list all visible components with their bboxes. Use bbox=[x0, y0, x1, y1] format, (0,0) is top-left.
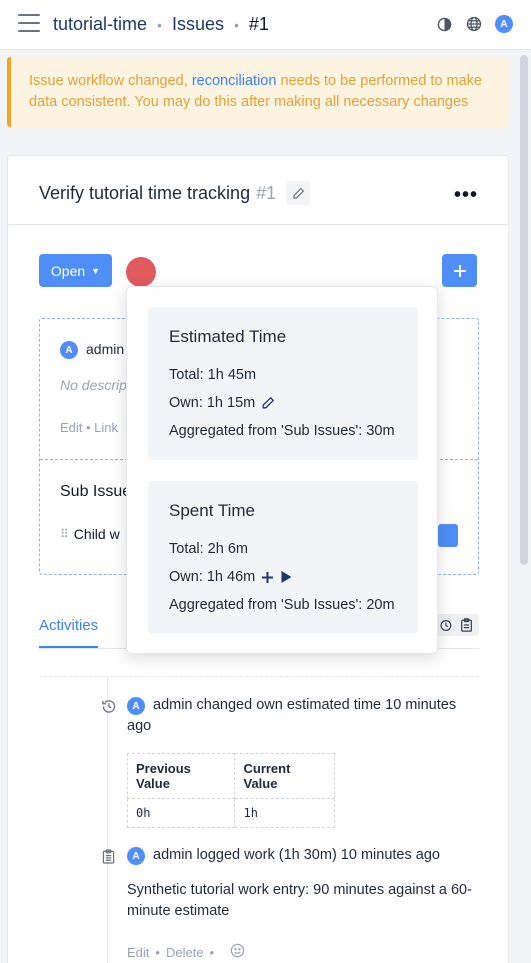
issue-number: #1 bbox=[256, 182, 277, 203]
play-icon[interactable] bbox=[280, 570, 293, 584]
breadcrumb: tutorial-time • Issues • #1 bbox=[53, 14, 269, 35]
user-avatar[interactable]: A bbox=[495, 15, 513, 33]
activity-actions: Edit • Delete • bbox=[127, 943, 245, 961]
table-header: Previous Value bbox=[126, 753, 236, 799]
menu-icon[interactable] bbox=[18, 14, 40, 36]
breadcrumb-project[interactable]: tutorial-time bbox=[53, 14, 147, 35]
spent-total: Total: 2h 6m bbox=[169, 541, 248, 557]
estimated-own: Own: 1h 15m bbox=[169, 395, 256, 411]
breadcrumb-separator: • bbox=[233, 16, 239, 33]
clipboard-icon bbox=[99, 847, 117, 865]
spent-time-section: Spent Time Total: 2h 6m Own: 1h 46m Aggr… bbox=[148, 481, 418, 634]
globe-icon[interactable] bbox=[465, 15, 483, 33]
activity-avatar: A bbox=[127, 847, 145, 865]
table-cell: 1h bbox=[234, 798, 335, 828]
value-change-table: Previous Value Current Value 0h 1h bbox=[126, 753, 335, 828]
author-avatar: A bbox=[60, 341, 78, 359]
spent-aggregated: Aggregated from 'Sub Issues': 20m bbox=[169, 597, 395, 613]
history-icon bbox=[99, 697, 117, 715]
description-actions[interactable]: Edit • Link bbox=[60, 420, 118, 435]
author-name[interactable]: admin bbox=[86, 341, 124, 357]
sub-issue-title[interactable]: Child w bbox=[74, 526, 120, 542]
banner-text-before: Issue workflow changed, bbox=[29, 73, 192, 89]
theme-toggle-icon[interactable] bbox=[435, 15, 453, 33]
workflow-warning-banner: Issue workflow changed, reconciliation n… bbox=[7, 57, 509, 127]
estimated-total: Total: 1h 45m bbox=[169, 367, 257, 383]
edit-link[interactable]: Edit bbox=[127, 945, 149, 960]
estimated-aggregated: Aggregated from 'Sub Issues': 30m bbox=[169, 423, 395, 439]
breadcrumb-issue-number: #1 bbox=[248, 14, 269, 34]
time-tracking-indicator[interactable] bbox=[126, 257, 156, 287]
emoji-reaction-icon[interactable] bbox=[230, 943, 245, 961]
edit-title-button[interactable] bbox=[286, 181, 311, 205]
drag-handle-icon[interactable]: ⠿ bbox=[60, 527, 69, 541]
tab-activities[interactable]: Activities bbox=[39, 617, 99, 648]
spent-own: Own: 1h 46m bbox=[169, 569, 256, 585]
timeline-line bbox=[107, 676, 108, 963]
reconciliation-link[interactable]: reconciliation bbox=[192, 73, 277, 89]
table-header: Current Value bbox=[234, 753, 335, 799]
history-filter-icon[interactable] bbox=[437, 617, 453, 633]
divider bbox=[39, 676, 479, 677]
status-label: Open bbox=[50, 262, 86, 279]
activity-user[interactable]: admin bbox=[153, 847, 193, 863]
activity-description: admin changed own estimated time 10 minu… bbox=[127, 695, 467, 737]
spent-time-title: Spent Time bbox=[169, 501, 255, 520]
activity-description: admin logged work (1h 30m) 10 minutes ag… bbox=[153, 845, 473, 866]
clipboard-filter-icon[interactable] bbox=[458, 617, 474, 633]
plus-icon[interactable] bbox=[261, 571, 274, 584]
page-scrollbar[interactable] bbox=[520, 55, 528, 565]
activity-user[interactable]: admin bbox=[153, 697, 193, 713]
work-log-comment: Synthetic tutorial work entry: 90 minute… bbox=[127, 882, 472, 919]
time-tracking-popover: Estimated Time Total: 1h 45m Own: 1h 15m… bbox=[126, 286, 438, 654]
sub-issue-item[interactable]: ⠿ Child w bbox=[60, 526, 120, 542]
plus-icon bbox=[453, 264, 466, 277]
status-dropdown-button[interactable]: Open ▼ bbox=[39, 254, 112, 287]
pencil-icon bbox=[293, 187, 304, 199]
activity-text: logged work (1h 30m) 10 minutes ago bbox=[196, 847, 440, 863]
delete-link[interactable]: Delete bbox=[166, 945, 204, 960]
top-header: tutorial-time • Issues • #1 A bbox=[0, 0, 531, 50]
pencil-icon[interactable] bbox=[261, 396, 275, 410]
add-button[interactable] bbox=[442, 254, 477, 287]
issue-title: Verify tutorial time tracking bbox=[39, 182, 251, 203]
divider bbox=[8, 224, 508, 225]
estimated-time-section: Estimated Time Total: 1h 45m Own: 1h 15m… bbox=[148, 307, 418, 460]
caret-down-icon: ▼ bbox=[91, 265, 101, 276]
table-cell: 0h bbox=[126, 798, 236, 828]
more-options-icon[interactable]: ••• bbox=[454, 184, 478, 207]
estimated-time-title: Estimated Time bbox=[169, 327, 287, 346]
breadcrumb-issues[interactable]: Issues bbox=[172, 14, 224, 35]
breadcrumb-separator: • bbox=[157, 16, 162, 33]
sub-issue-button[interactable] bbox=[438, 524, 458, 547]
